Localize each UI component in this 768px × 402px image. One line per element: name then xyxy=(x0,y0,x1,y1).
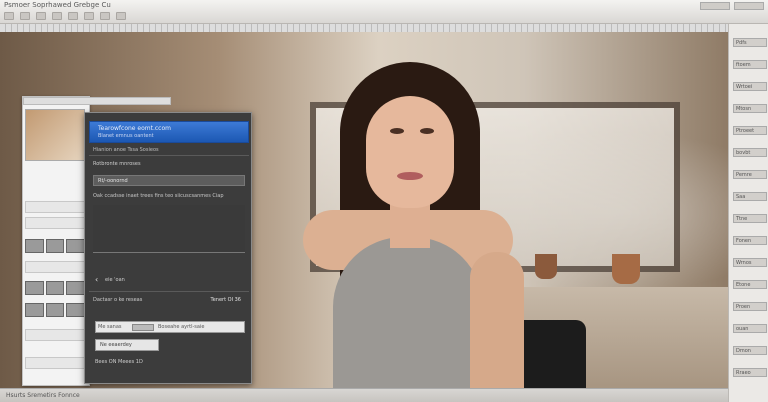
toolbar-button-4[interactable] xyxy=(52,12,62,20)
right-panel-item[interactable]: ftoem xyxy=(733,60,767,69)
nav-label[interactable]: eie 'oan xyxy=(105,277,125,283)
status-right: Tenert OI 36 xyxy=(210,297,242,303)
woman-portrait xyxy=(298,62,568,388)
horizontal-ruler xyxy=(0,24,728,32)
background-panel-row xyxy=(25,329,85,341)
toolbar-button-6[interactable] xyxy=(84,12,94,20)
input-button[interactable] xyxy=(132,324,154,331)
floating-dialog: Tearowfcone eomt.ccom Blanet emnus oante… xyxy=(84,112,252,384)
chevron-left-icon[interactable]: ‹ xyxy=(95,275,98,284)
right-panel-item[interactable]: Ttne xyxy=(733,214,767,223)
right-panel-item[interactable]: Fonen xyxy=(733,236,767,245)
app-window: Psmoer Soprhawed Grebge Cu Tearowfcone e… xyxy=(0,0,768,402)
background-panel-thumbnail xyxy=(25,109,85,161)
lips xyxy=(397,172,423,180)
status-bar-text: Hsurts Sremetirs Fonnce xyxy=(6,392,80,399)
background-panel-row xyxy=(25,201,85,213)
input-right-label: Boseahe ayrtl-saie xyxy=(158,324,205,330)
toolbar-button-7[interactable] xyxy=(100,12,110,20)
right-panel-item[interactable]: ouan xyxy=(733,324,767,333)
divider xyxy=(89,291,249,292)
plant-pot-right xyxy=(612,254,640,284)
background-panel-thumbs xyxy=(25,281,86,295)
background-panel-row xyxy=(25,217,85,229)
status-bar: Hsurts Sremetirs Fonnce xyxy=(0,388,728,402)
right-panel-item[interactable]: Saa xyxy=(733,192,767,201)
dialog-footer: Bees ON Meees 1D xyxy=(95,359,143,365)
toolbar-button-8[interactable] xyxy=(116,12,126,20)
photo-canvas[interactable]: Tearowfcone eomt.ccom Blanet emnus oante… xyxy=(0,32,728,388)
app-title: Psmoer Soprhawed Grebge Cu xyxy=(4,1,111,9)
right-panel-item[interactable]: Mtosn xyxy=(733,104,767,113)
right-eye xyxy=(420,128,434,134)
toolbar-button-5[interactable] xyxy=(68,12,78,20)
right-panel: Pdfs ftoem Wrtoei Mtosn Ptroeet bovbt Pe… xyxy=(728,24,768,402)
background-panel-row xyxy=(25,261,85,273)
background-panel-thumbs xyxy=(25,239,86,253)
dialog-subtitle: Blanet emnus oantent xyxy=(98,133,154,139)
status-left: Dactasr o ke reseas xyxy=(93,297,143,303)
section-label: Rotbronte mnroses xyxy=(93,161,141,167)
dialog-input[interactable]: Me sanas Boseahe ayrtl-saie xyxy=(95,321,245,333)
dialog-url: Tearowfcone eomt.ccom xyxy=(98,125,171,132)
toolbar-button-2[interactable] xyxy=(20,12,30,20)
toolbar-button-1[interactable] xyxy=(4,12,14,20)
right-panel-item[interactable]: Ptroeet xyxy=(733,126,767,135)
dialog-text-field[interactable]: Rt/-oonornd xyxy=(93,175,245,186)
grey-dress xyxy=(333,237,483,388)
right-panel-item[interactable]: Pdfs xyxy=(733,38,767,47)
right-panel-item[interactable]: Pemre xyxy=(733,170,767,179)
background-panel-row xyxy=(25,357,85,369)
right-panel-item[interactable]: Etone xyxy=(733,280,767,289)
dialog-description: Oak ccadsse inaet trees fins teo siicusc… xyxy=(93,193,224,199)
background-panel xyxy=(22,96,171,386)
neck xyxy=(390,202,430,248)
right-panel-item[interactable]: Wrtoei xyxy=(733,82,767,91)
dialog-small-button[interactable]: Ne eeaerdey xyxy=(95,339,159,351)
toolbar-buttons xyxy=(4,12,126,20)
arm xyxy=(470,252,524,388)
background-panel-thumbs xyxy=(25,303,86,317)
toolbar-button-3[interactable] xyxy=(36,12,46,20)
right-panel-item[interactable]: Wrnos xyxy=(733,258,767,267)
dialog-tabs[interactable]: Hianion anoe Tssa Sosieos xyxy=(93,147,159,153)
face xyxy=(366,96,454,208)
dialog-header: Tearowfcone eomt.ccom Blanet emnus oante… xyxy=(89,121,249,143)
field-value: Rt/-oonornd xyxy=(98,178,128,184)
background-panel-titlebar xyxy=(23,97,171,105)
small-button-label: Ne eeaerdey xyxy=(100,342,132,348)
right-panel-item[interactable]: Proen xyxy=(733,302,767,311)
toolbar-right-controls xyxy=(700,2,764,10)
input-left-label: Me sanas xyxy=(98,324,122,330)
divider xyxy=(89,155,249,156)
left-eye xyxy=(390,128,404,134)
right-panel-item[interactable]: Rraeo xyxy=(733,368,767,377)
dialog-content-area xyxy=(93,205,245,253)
window-control-2[interactable] xyxy=(734,2,764,10)
right-panel-item[interactable]: bovbt xyxy=(733,148,767,157)
right-panel-item[interactable]: Dmon xyxy=(733,346,767,355)
window-control-1[interactable] xyxy=(700,2,730,10)
menu-toolbar: Psmoer Soprhawed Grebge Cu xyxy=(0,0,768,24)
